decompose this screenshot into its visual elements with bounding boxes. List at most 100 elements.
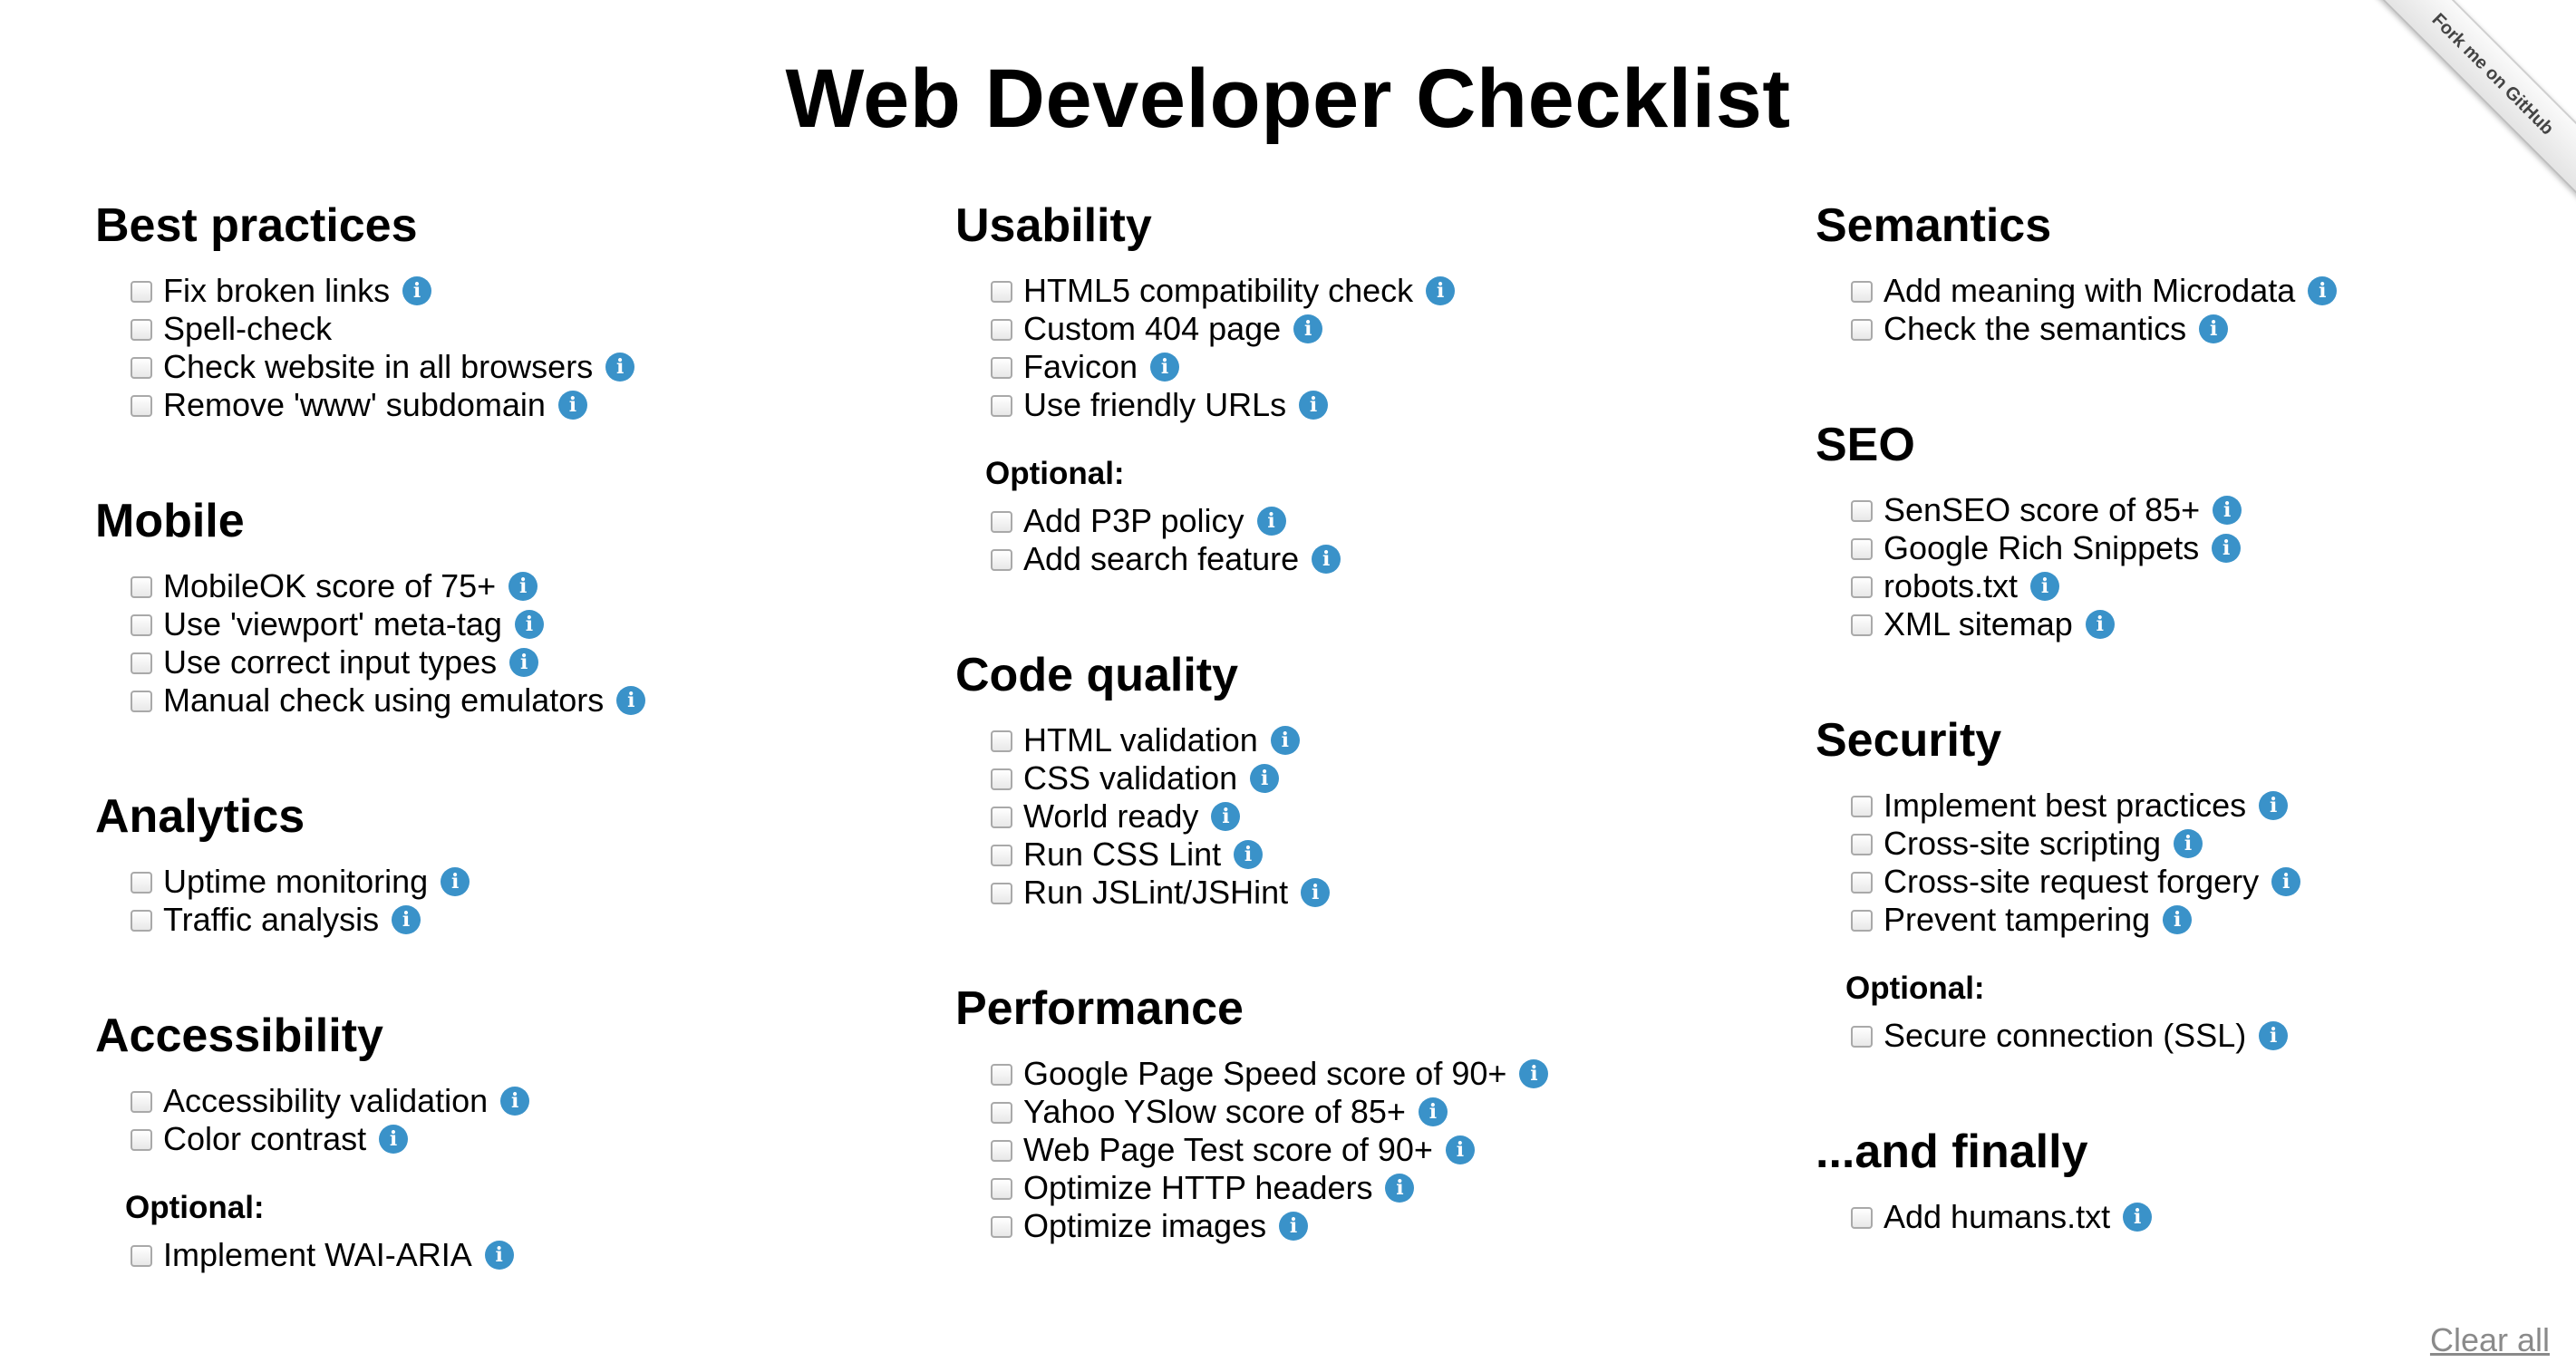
checklist-item-favicon[interactable]: Favicon i [985, 348, 1548, 386]
info-icon[interactable]: i [2174, 829, 2203, 858]
info-icon[interactable]: i [2030, 572, 2060, 601]
info-icon[interactable]: i [509, 648, 539, 677]
info-icon[interactable]: i [1445, 1135, 1475, 1164]
checklist-item-yahoo-yslow-score-of-85[interactable]: Yahoo YSlow score of 85+ i [985, 1093, 1548, 1131]
checklist-item-optimize-http-headers[interactable]: Optimize HTTP headers i [985, 1169, 1548, 1207]
checklist-item-label[interactable]: Remove 'www' subdomain [163, 386, 546, 424]
checkbox[interactable] [1851, 614, 1873, 636]
checkbox[interactable] [991, 1178, 1012, 1200]
checklist-item-label[interactable]: Prevent tampering [1884, 901, 2150, 939]
checklist-item-html-validation[interactable]: HTML validation i [985, 721, 1548, 759]
checkbox[interactable] [991, 549, 1012, 571]
checkbox[interactable] [1851, 576, 1873, 598]
checklist-item-label[interactable]: Check the semantics [1884, 310, 2186, 348]
checkbox[interactable] [991, 1064, 1012, 1086]
checklist-item-label[interactable]: HTML validation [1023, 721, 1258, 759]
checklist-item-label[interactable]: Manual check using emulators [163, 681, 604, 720]
checklist-item-run-jslint-jshint[interactable]: Run JSLint/JSHint i [985, 874, 1548, 912]
info-icon[interactable]: i [557, 391, 587, 420]
checklist-item-google-rich-snippets[interactable]: Google Rich Snippets i [1845, 529, 2337, 567]
checkbox[interactable] [1851, 796, 1873, 817]
info-icon[interactable]: i [2259, 791, 2289, 820]
checklist-item-run-css-lint[interactable]: Run CSS Lint i [985, 836, 1548, 874]
info-icon[interactable]: i [1270, 726, 1300, 755]
checkbox[interactable] [991, 319, 1012, 341]
checklist-item-add-meaning-with-microdata[interactable]: Add meaning with Microdata i [1845, 272, 2338, 310]
info-icon[interactable]: i [1250, 764, 1280, 793]
info-icon[interactable]: i [379, 1125, 409, 1154]
checklist-item-label[interactable]: XML sitemap [1884, 605, 2073, 643]
checkbox[interactable] [1851, 281, 1873, 303]
info-icon[interactable]: i [441, 867, 470, 896]
info-icon[interactable]: i [605, 353, 635, 382]
info-icon[interactable]: i [514, 610, 544, 639]
checklist-item-label[interactable]: Add P3P policy [1023, 502, 1244, 540]
checkbox[interactable] [131, 1091, 152, 1113]
checkbox[interactable] [1851, 872, 1873, 894]
checkbox[interactable] [131, 1245, 152, 1267]
checklist-item-label[interactable]: Add search feature [1023, 540, 1299, 578]
checklist-item-remove-www-subdomain[interactable]: Remove 'www' subdomain i [125, 386, 645, 424]
checklist-item-accessibility-validation[interactable]: Accessibility validation i [125, 1082, 645, 1120]
checkbox[interactable] [1851, 319, 1873, 341]
info-icon[interactable]: i [1211, 802, 1241, 831]
checklist-item-label[interactable]: Implement WAI-ARIA [163, 1236, 472, 1274]
info-icon[interactable]: i [1426, 276, 1456, 305]
checklist-item-label[interactable]: Uptime monitoring [163, 863, 428, 901]
info-icon[interactable]: i [1385, 1174, 1415, 1203]
checklist-item-cross-site-scripting[interactable]: Cross-site scripting i [1845, 825, 2337, 863]
checklist-item-add-p3p-policy[interactable]: Add P3P policy i [985, 502, 1548, 540]
checklist-item-traffic-analysis[interactable]: Traffic analysis i [125, 901, 645, 939]
checklist-item-web-page-test-score-of-90[interactable]: Web Page Test score of 90+ i [985, 1131, 1548, 1169]
info-icon[interactable]: i [2163, 905, 2193, 934]
checkbox[interactable] [131, 910, 152, 932]
checklist-item-label[interactable]: Secure connection (SSL) [1884, 1017, 2246, 1055]
info-icon[interactable]: i [1299, 391, 1329, 420]
checkbox[interactable] [1851, 500, 1873, 522]
checklist-item-label[interactable]: SenSEO score of 85+ [1884, 491, 2200, 529]
info-icon[interactable]: i [2308, 276, 2338, 305]
checklist-item-uptime-monitoring[interactable]: Uptime monitoring i [125, 863, 645, 901]
info-icon[interactable]: i [1418, 1097, 1448, 1126]
checkbox[interactable] [131, 1129, 152, 1151]
checklist-item-label[interactable]: Use 'viewport' meta-tag [163, 605, 502, 643]
checklist-item-css-validation[interactable]: CSS validation i [985, 759, 1548, 797]
checklist-item-label[interactable]: Add meaning with Microdata [1884, 272, 2295, 310]
info-icon[interactable]: i [2123, 1203, 2153, 1232]
info-icon[interactable]: i [392, 905, 421, 934]
checklist-item-label[interactable]: Use friendly URLs [1023, 386, 1286, 424]
fork-me-on-github-ribbon[interactable]: Fork me on GitHub [2358, 0, 2576, 208]
checklist-item-label[interactable]: Use correct input types [163, 643, 497, 681]
checklist-item-label[interactable]: Implement best practices [1884, 787, 2246, 825]
checkbox[interactable] [991, 883, 1012, 904]
checkbox[interactable] [1851, 1207, 1873, 1229]
checkbox[interactable] [1851, 538, 1873, 560]
info-icon[interactable]: i [2085, 610, 2115, 639]
checklist-item-label[interactable]: Run CSS Lint [1023, 836, 1221, 874]
checklist-item-xml-sitemap[interactable]: XML sitemap i [1845, 605, 2337, 643]
checklist-item-label[interactable]: robots.txt [1884, 567, 2018, 605]
checklist-item-label[interactable]: Spell-check [163, 310, 332, 348]
checklist-item-label[interactable]: Yahoo YSlow score of 85+ [1023, 1093, 1406, 1131]
checkbox[interactable] [131, 614, 152, 636]
checklist-item-spell-check[interactable]: Spell-check [125, 310, 645, 348]
checkbox[interactable] [991, 357, 1012, 379]
checkbox[interactable] [991, 768, 1012, 790]
checklist-item-use-correct-input-types[interactable]: Use correct input types i [125, 643, 645, 681]
checklist-item-label[interactable]: HTML5 compatibility check [1023, 272, 1413, 310]
info-icon[interactable]: i [2271, 867, 2301, 896]
info-icon[interactable]: i [616, 686, 646, 715]
checklist-item-label[interactable]: Check website in all browsers [163, 348, 593, 386]
checklist-item-label[interactable]: Traffic analysis [163, 901, 379, 939]
checklist-item-label[interactable]: Fix broken links [163, 272, 390, 310]
info-icon[interactable]: i [508, 572, 538, 601]
info-icon[interactable]: i [1256, 507, 1286, 536]
checklist-item-check-the-semantics[interactable]: Check the semantics i [1845, 310, 2337, 348]
checklist-item-add-search-feature[interactable]: Add search feature i [985, 540, 1548, 578]
checklist-item-label[interactable]: Favicon [1023, 348, 1138, 386]
checkbox[interactable] [131, 691, 152, 712]
info-icon[interactable]: i [1293, 314, 1323, 343]
checklist-item-implement-wai-aria[interactable]: Implement WAI-ARIA i [125, 1236, 645, 1274]
checkbox[interactable] [991, 845, 1012, 866]
checkbox[interactable] [991, 1102, 1012, 1124]
